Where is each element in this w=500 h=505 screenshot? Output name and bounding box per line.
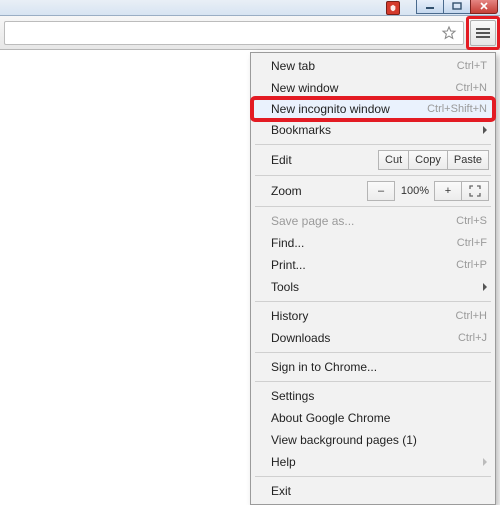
zoom-level: 100% (395, 185, 435, 197)
menu-new-window[interactable]: New window Ctrl+N (253, 77, 493, 99)
menu-separator (255, 476, 491, 477)
menu-shortcut: Ctrl+Shift+N (427, 103, 487, 115)
menu-item-label: Downloads (271, 331, 458, 345)
edit-copy-button[interactable]: Copy (408, 150, 448, 170)
menu-shortcut: Ctrl+F (457, 237, 487, 249)
extension-badge-icon[interactable] (386, 1, 400, 15)
menu-background-pages[interactable]: View background pages (1) (253, 429, 493, 451)
menu-exit[interactable]: Exit (253, 480, 493, 502)
menu-item-label: Help (271, 455, 477, 469)
menu-tools[interactable]: Tools (253, 276, 493, 298)
window-titlebar (0, 0, 500, 16)
menu-item-label: New window (271, 81, 456, 95)
menu-separator (255, 206, 491, 207)
menu-shortcut: Ctrl+T (457, 60, 487, 72)
menu-save-page-as: Save page as... Ctrl+S (253, 210, 493, 232)
window-close-button[interactable] (470, 0, 498, 14)
submenu-arrow-icon (483, 458, 487, 466)
menu-settings[interactable]: Settings (253, 385, 493, 407)
menu-item-label: History (271, 309, 456, 323)
menu-downloads[interactable]: Downloads Ctrl+J (253, 327, 493, 349)
window-maximize-button[interactable] (443, 0, 471, 14)
menu-separator (255, 381, 491, 382)
chrome-menu-button[interactable] (470, 20, 496, 46)
menu-item-label: Print... (271, 258, 456, 272)
menu-print[interactable]: Print... Ctrl+P (253, 254, 493, 276)
menu-zoom-row: Zoom – 100% + (253, 179, 493, 203)
menu-find[interactable]: Find... Ctrl+F (253, 232, 493, 254)
menu-separator (255, 301, 491, 302)
menu-separator (255, 175, 491, 176)
menu-shortcut: Ctrl+S (456, 215, 487, 227)
menu-shortcut: Ctrl+H (456, 310, 487, 322)
edit-cut-button[interactable]: Cut (378, 150, 409, 170)
menu-item-label: Bookmarks (271, 123, 477, 137)
menu-bookmarks[interactable]: Bookmarks (253, 119, 493, 141)
menu-help[interactable]: Help (253, 451, 493, 473)
menu-item-label: Zoom (271, 184, 368, 198)
chrome-menu-dropdown: New tab Ctrl+T New window Ctrl+N New inc… (250, 52, 496, 505)
menu-item-label: Find... (271, 236, 457, 250)
zoom-out-button[interactable]: – (367, 181, 395, 201)
submenu-arrow-icon (483, 283, 487, 291)
menu-item-label: View background pages (1) (271, 433, 487, 447)
menu-item-label: New incognito window (271, 102, 427, 116)
menu-separator (255, 352, 491, 353)
menu-item-label: About Google Chrome (271, 411, 487, 425)
menu-history[interactable]: History Ctrl+H (253, 305, 493, 327)
browser-toolbar (0, 16, 500, 50)
menu-new-incognito-window[interactable]: New incognito window Ctrl+Shift+N (252, 98, 494, 120)
zoom-in-button[interactable]: + (434, 181, 462, 201)
menu-item-label: Settings (271, 389, 487, 403)
menu-item-label: Tools (271, 280, 477, 294)
edit-paste-button[interactable]: Paste (447, 150, 489, 170)
menu-edit-row: Edit Cut Copy Paste (253, 148, 493, 172)
fullscreen-button[interactable] (461, 181, 489, 201)
menu-shortcut: Ctrl+J (458, 332, 487, 344)
menu-item-label: Sign in to Chrome... (271, 360, 487, 374)
menu-item-label: Edit (271, 153, 379, 167)
submenu-arrow-icon (483, 126, 487, 134)
bookmark-star-icon[interactable] (441, 25, 457, 41)
menu-item-label: New tab (271, 59, 457, 73)
menu-shortcut: Ctrl+P (456, 259, 487, 271)
address-bar[interactable] (4, 21, 464, 45)
menu-item-label: Exit (271, 484, 487, 498)
menu-item-label: Save page as... (271, 214, 456, 228)
menu-shortcut: Ctrl+N (456, 82, 487, 94)
window-minimize-button[interactable] (416, 0, 444, 14)
menu-about[interactable]: About Google Chrome (253, 407, 493, 429)
menu-separator (255, 144, 491, 145)
menu-new-tab[interactable]: New tab Ctrl+T (253, 55, 493, 77)
menu-sign-in[interactable]: Sign in to Chrome... (253, 356, 493, 378)
